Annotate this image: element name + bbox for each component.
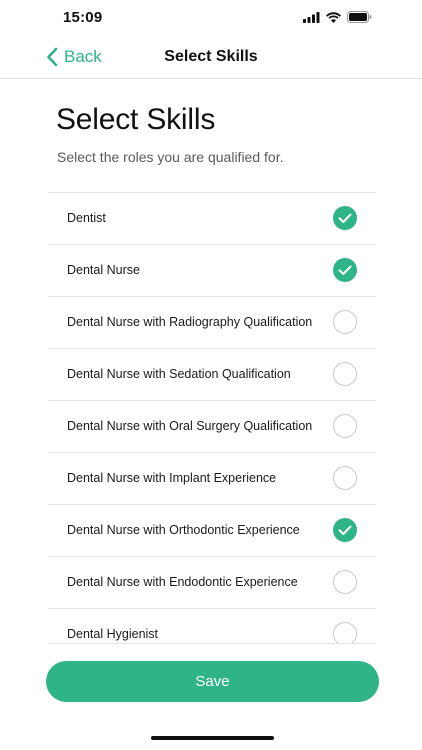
wifi-icon (326, 11, 341, 23)
skill-label: Dental Nurse (67, 263, 140, 277)
unchecked-circle-icon[interactable] (333, 414, 357, 438)
status-bar: 15:09 (0, 0, 422, 38)
status-icons (303, 11, 372, 23)
checked-circle-icon[interactable] (333, 206, 357, 230)
checkmark-icon (338, 265, 352, 275)
skill-label: Dental Nurse with Sedation Qualification (67, 367, 291, 381)
skill-row[interactable]: Dentist (48, 193, 376, 245)
checkmark-icon (338, 525, 352, 535)
skill-label: Dental Nurse with Radiography Qualificat… (67, 315, 313, 329)
skill-row[interactable]: Dental Nurse with Orthodontic Experience (48, 505, 376, 557)
status-time: 15:09 (63, 9, 103, 26)
unchecked-circle-icon[interactable] (333, 310, 357, 334)
page-subtitle: Select the roles you are qualified for. (57, 149, 284, 165)
skill-row[interactable]: Dental Nurse with Implant Experience (48, 453, 376, 505)
skill-row[interactable]: Dental Nurse with Sedation Qualification (48, 349, 376, 401)
cellular-signal-icon (303, 11, 320, 23)
battery-icon (347, 11, 372, 23)
skill-row[interactable]: Dental Nurse (48, 245, 376, 297)
save-button[interactable]: Save (46, 661, 379, 702)
skills-list[interactable]: Dentist Dental Nurse Dental Nurse with Rad… (48, 192, 376, 644)
nav-title: Select Skills (164, 48, 258, 65)
skill-label: Dental Nurse with Oral Surgery Qualifica… (67, 419, 313, 433)
skill-label: Dental Nurse with Orthodontic Experience (67, 523, 300, 537)
skill-row[interactable]: Dental Hygienist (48, 609, 376, 643)
checked-circle-icon[interactable] (333, 258, 357, 282)
checkmark-icon (338, 213, 352, 223)
skill-label: Dental Hygienist (67, 627, 159, 641)
unchecked-circle-icon[interactable] (333, 622, 357, 643)
page-title: Select Skills (56, 103, 216, 136)
skill-row[interactable]: Dental Nurse with Oral Surgery Qualifica… (48, 401, 376, 453)
skill-label: Dental Nurse with Endodontic Experience (67, 575, 298, 589)
home-indicator (151, 736, 274, 740)
unchecked-circle-icon[interactable] (333, 362, 357, 386)
skill-label: Dentist (67, 211, 106, 225)
skill-label: Dental Nurse with Implant Experience (67, 471, 277, 485)
navigation-bar: Back Select Skills (0, 38, 422, 79)
checked-circle-icon[interactable] (333, 518, 357, 542)
unchecked-circle-icon[interactable] (333, 570, 357, 594)
screen: 15:09 Back Select Skills Select Skills S… (0, 0, 422, 750)
unchecked-circle-icon[interactable] (333, 466, 357, 490)
skill-row[interactable]: Dental Nurse with Endodontic Experience (48, 557, 376, 609)
skill-row[interactable]: Dental Nurse with Radiography Qualificat… (48, 297, 376, 349)
